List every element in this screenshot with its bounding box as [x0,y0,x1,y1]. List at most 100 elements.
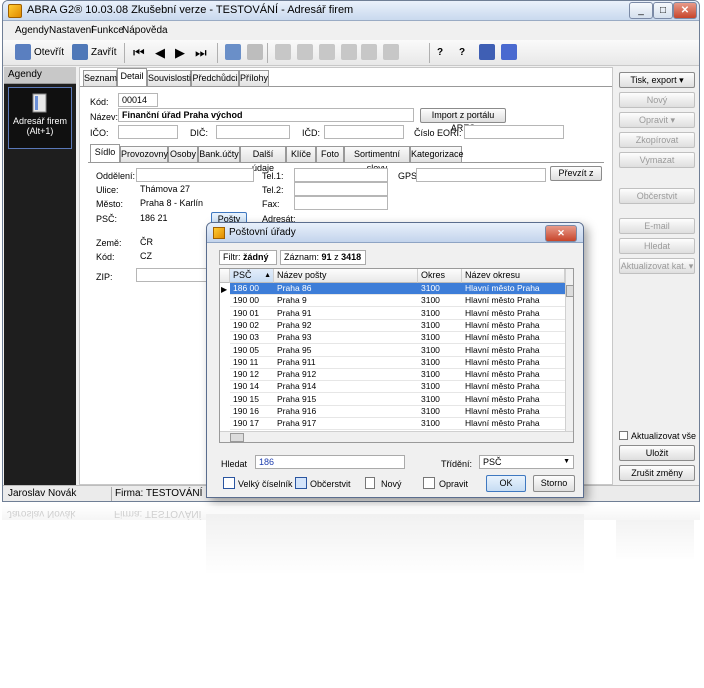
menu-agendy[interactable]: Agendy [15,25,49,36]
tab-klice[interactable]: Klíče [286,146,316,162]
ico-field[interactable] [118,125,178,139]
books-icon[interactable] [501,44,517,60]
zeme-field[interactable]: ČR [136,235,212,249]
refresh-button[interactable]: Občerstvit [619,188,695,204]
tab-seznam[interactable]: Seznam [83,70,117,86]
next-record-icon[interactable]: ▶ [175,43,185,63]
sort-select[interactable]: PSČ ▼ [479,455,574,469]
edit-button[interactable]: Opravit ▾ [619,112,695,128]
vertical-scroll-thumb[interactable] [566,285,573,297]
kod-field[interactable]: 00014 [118,93,158,107]
close-agenda-button[interactable]: Zavřít [91,43,117,63]
table-row[interactable]: 190 03 Praha 93 3100 Hlavní město Praha [230,332,565,345]
horizontal-scroll-thumb[interactable] [230,433,244,442]
update-category-button[interactable]: Aktualizovat kat. ▾ [619,258,695,274]
menu-napoveda[interactable]: Nápověda [122,25,168,36]
col-header-okres[interactable]: Okres [418,269,462,283]
agenda-item-adresar[interactable]: Adresář firem (Alt+1) [8,87,72,149]
big-codebook-button[interactable]: Velký číselník [238,479,293,489]
mesto-field[interactable]: Praha 8 - Karlín [136,196,254,210]
oddeleni-field[interactable] [136,168,254,182]
dialog-edit-button[interactable]: Opravit [439,479,468,489]
cancel-changes-button[interactable]: Zrušit změny [619,465,695,481]
cell-okres: 3100 [421,319,440,330]
delete-button[interactable]: Vymazat [619,152,695,168]
menu-funkce[interactable]: Funkce [91,25,124,36]
table-row[interactable]: 186 00 Praha 86 3100 Hlavní město Praha [230,283,565,295]
table-row[interactable]: 190 11 Praha 911 3100 Hlavní město Praha [230,357,565,369]
dialog-new-button[interactable]: Nový [381,479,402,489]
search-button[interactable]: Hledat [619,238,695,254]
fax-field[interactable] [294,196,388,210]
storno-button[interactable]: Storno [533,475,575,492]
book-icon[interactable] [479,44,495,60]
prevzit-button[interactable]: Převzít z [550,166,602,181]
tab-predchudci[interactable]: Předchůdci [191,70,239,86]
oddeleni-label: Oddělení: [96,171,136,181]
tab-sidlo[interactable]: Sídlo [90,144,120,162]
minimize-button[interactable]: _ [629,2,653,19]
cell-nazev-okresu: Hlavní město Praha [465,332,540,343]
email-button[interactable]: E-mail [619,218,695,234]
tab-osoby[interactable]: Osoby [168,146,198,162]
maximize-button[interactable]: □ [653,2,673,19]
tab-prilohy[interactable]: Přílohy [239,70,269,86]
tab-souvislosti[interactable]: Souvislosti [147,70,191,86]
table-row[interactable]: 190 01 Praha 91 3100 Hlavní město Praha [230,308,565,320]
cell-nazev-okresu: Hlavní město Praha [465,283,540,293]
ok-button[interactable]: OK [486,475,526,492]
col-header-psc[interactable]: PSČ ▲ [230,269,274,283]
dic-field[interactable] [216,125,290,139]
tab-provozovny[interactable]: Provozovny [120,146,168,162]
new-record-icon[interactable] [225,44,241,60]
search-input[interactable]: 186 [255,455,405,469]
tab-kategorizace[interactable]: Kategorizace [410,146,464,162]
nazev-field[interactable]: Finanční úřad Praha východ [118,108,414,122]
col-header-nazev-posty[interactable]: Název pošty [274,269,418,283]
table-row[interactable]: 190 14 Praha 914 3100 Hlavní město Praha [230,381,565,394]
open-button[interactable]: Otevřít [34,43,64,63]
close-button[interactable]: ✕ [673,2,697,19]
title-bar: ABRA G2® 10.03.08 Zkušební verze - TESTO… [3,1,699,21]
help-icon[interactable]: ? [437,43,443,63]
ares-import-button[interactable]: Import z portálu ARES [420,108,506,133]
table-row[interactable]: 190 12 Praha 912 3100 Hlavní město Praha [230,369,565,382]
first-record-icon[interactable]: ⏮ [133,43,145,63]
table-row[interactable]: 190 17 Praha 917 3100 Hlavní město Praha [230,418,565,431]
copy-button[interactable]: Zkopírovat [619,132,695,148]
tab-sortimentni-slevy[interactable]: Sortimentní slevy [344,146,410,173]
table-row[interactable]: 190 05 Praha 95 3100 Hlavní město Praha [230,345,565,357]
eori-field[interactable] [464,125,564,139]
new-button[interactable]: Nový [619,92,695,108]
table-row[interactable]: 190 00 Praha 9 3100 Hlavní město Praha [230,295,565,308]
new-document-icon [365,477,375,489]
prev-record-icon[interactable]: ◀ [155,43,165,63]
icd-field[interactable] [324,125,404,139]
zeme-kod-field[interactable]: CZ [136,249,212,263]
cell-okres: 3100 [421,418,440,429]
tab-dalsi-udaje[interactable]: Další údaje [240,146,286,173]
horizontal-scrollbar[interactable] [220,431,573,442]
table-row[interactable]: 190 02 Praha 92 3100 Hlavní město Praha [230,320,565,332]
table-row[interactable]: 190 16 Praha 916 3100 Hlavní město Praha [230,406,565,418]
menu-nastaveni[interactable]: Nastavení [49,25,94,36]
tel2-field[interactable] [294,182,388,196]
vertical-scrollbar[interactable] [565,269,573,431]
ulice-field[interactable]: Thámova 27 [136,182,254,196]
update-all-checkbox[interactable] [619,431,628,440]
context-help-icon[interactable]: ? [459,43,465,63]
save-button[interactable]: Uložit [619,445,695,461]
tab-bankucty[interactable]: Bank.účty [198,146,240,162]
print-export-button[interactable]: Tisk, export ▾ [619,72,695,88]
dialog-refresh-button[interactable]: Občerstvit [310,479,351,489]
gps-field[interactable] [416,168,546,182]
table-row[interactable]: 190 15 Praha 915 3100 Hlavní město Praha [230,394,565,406]
col-header-nazev-okresu[interactable]: Název okresu [462,269,565,283]
tab-foto[interactable]: Foto [316,146,344,162]
filter-box[interactable]: Filtr: žádný [219,250,277,265]
psc-field[interactable]: 186 21 [136,211,206,225]
last-record-icon[interactable]: ⏭ [195,43,207,63]
tab-detail[interactable]: Detail [117,68,147,86]
dialog-close-button[interactable]: ✕ [545,225,577,242]
tel1-field[interactable] [294,168,388,182]
